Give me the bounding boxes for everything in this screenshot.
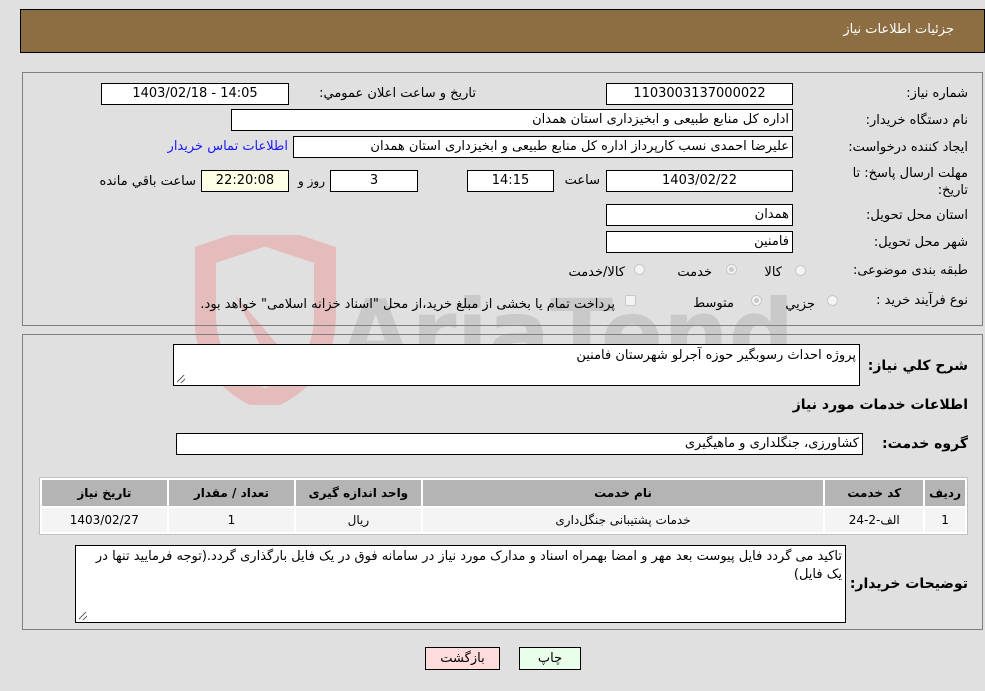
description-text: پروژه احداث رسوبگیر حوزه آجرلو شهرستان ف… bbox=[576, 348, 856, 363]
category-service-label: خدمت bbox=[677, 265, 712, 280]
remaining-time-field: 22:20:08 bbox=[201, 170, 289, 192]
col-name-header: نام خدمت bbox=[422, 480, 824, 506]
col-unit-header: واحد اندازه گیری bbox=[296, 480, 421, 506]
requester-label: ایجاد کننده درخواست: bbox=[848, 140, 968, 155]
services-section-title: اطلاعات خدمات مورد نیاز bbox=[792, 397, 968, 413]
process-medium-label: متوسط bbox=[693, 296, 734, 311]
print-button[interactable]: چاپ bbox=[519, 647, 581, 670]
buyer-notes-text: تاکید می گردد فایل پیوست بعد مهر و امضا … bbox=[95, 549, 842, 582]
category-goods-label: کالا bbox=[764, 265, 782, 280]
requester-field: علیرضا احمدی نسب کارپرداز اداره کل منابع… bbox=[293, 136, 793, 158]
buyer-org-field: اداره کل منابع طبیعی و ابخیزداری استان ه… bbox=[231, 109, 793, 131]
description-label: شرح كلي نياز: bbox=[867, 358, 968, 374]
buyer-org-label: نام دستگاه خریدار: bbox=[865, 113, 968, 128]
category-goods-service-label: کالا/خدمت bbox=[568, 265, 625, 280]
table-header-row: ردیف کد خدمت نام خدمت واحد اندازه گیری ت… bbox=[42, 480, 965, 506]
process-small-label: جزیي bbox=[785, 297, 815, 312]
back-button[interactable]: بازگشت bbox=[425, 647, 500, 670]
col-row-header: ردیف bbox=[925, 480, 965, 506]
announce-label: تاريخ و ساعت اعلان عمومي: bbox=[319, 86, 476, 101]
category-label: طبقه بندی موضوعی: bbox=[852, 263, 968, 278]
cell-unit: ریال bbox=[296, 508, 421, 532]
deadline-time-field: 14:15 bbox=[467, 170, 554, 192]
deadline-date-field: 1403/02/22 bbox=[606, 170, 793, 192]
buyer-notes-label: توضیحات خریدار: bbox=[849, 576, 968, 592]
page-header: جزئیات اطلاعات نیاز bbox=[20, 9, 985, 53]
process-label: نوع فرآیند خرید : bbox=[876, 293, 968, 308]
province-field: همدان bbox=[606, 204, 793, 226]
services-table: ردیف کد خدمت نام خدمت واحد اندازه گیری ت… bbox=[39, 477, 968, 535]
remaining-days-field: 3 bbox=[330, 170, 418, 192]
resize-grip-icon[interactable] bbox=[177, 375, 185, 383]
city-field: فامنین bbox=[606, 231, 793, 253]
cell-quantity: 1 bbox=[168, 508, 295, 532]
col-qty-header: تعداد / مقدار bbox=[168, 480, 295, 506]
cell-row-number: 1 bbox=[925, 508, 965, 532]
deadline-time-label: ساعت bbox=[564, 173, 600, 188]
treasury-checkbox[interactable] bbox=[625, 295, 636, 306]
service-group-field: کشاورزی، جنگلداری و ماهیگیری bbox=[176, 433, 863, 455]
buyer-notes-textarea[interactable]: تاکید می گردد فایل پیوست بعد مهر و امضا … bbox=[75, 545, 846, 623]
col-date-header: تاریخ نیاز bbox=[42, 480, 167, 506]
announce-datetime-field: 1403/02/18 - 14:05 bbox=[101, 83, 289, 105]
buyer-contact-link[interactable]: اطلاعات تماس خریدار bbox=[168, 139, 288, 154]
page-title: جزئیات اطلاعات نیاز bbox=[843, 22, 954, 37]
cell-service-name: خدمات پشتیبانی جنگل‌داری bbox=[422, 508, 824, 532]
service-group-label: گروه خدمت: bbox=[882, 436, 968, 452]
deadline-label: مهلت ارسال پاسخ: تا تاریخ: bbox=[852, 166, 968, 198]
table-row: 1 الف-2-24 خدمات پشتیبانی جنگل‌داری ریال… bbox=[42, 508, 965, 532]
remaining-time-label: ساعت باقي مانده bbox=[99, 174, 196, 189]
category-goods-radio[interactable] bbox=[795, 265, 806, 276]
process-medium-radio[interactable] bbox=[751, 295, 762, 306]
need-number-label: شماره نیاز: bbox=[906, 86, 968, 101]
resize-grip-icon[interactable] bbox=[79, 612, 87, 620]
cell-service-code: الف-2-24 bbox=[825, 508, 924, 532]
cell-need-date: 1403/02/27 bbox=[42, 508, 167, 532]
description-textarea[interactable]: پروژه احداث رسوبگیر حوزه آجرلو شهرستان ف… bbox=[173, 344, 860, 386]
col-code-header: کد خدمت bbox=[825, 480, 924, 506]
province-label: استان محل تحویل: bbox=[866, 208, 968, 223]
need-number-field: 1103003137000022 bbox=[606, 83, 793, 105]
category-service-radio[interactable] bbox=[726, 264, 737, 275]
city-label: شهر محل تحویل: bbox=[873, 235, 968, 250]
treasury-note: پرداخت تمام یا بخشی از مبلغ خرید،از محل … bbox=[200, 297, 615, 312]
category-goods-service-radio[interactable] bbox=[634, 264, 645, 275]
days-label: روز و bbox=[298, 174, 325, 188]
process-small-radio[interactable] bbox=[827, 295, 838, 306]
